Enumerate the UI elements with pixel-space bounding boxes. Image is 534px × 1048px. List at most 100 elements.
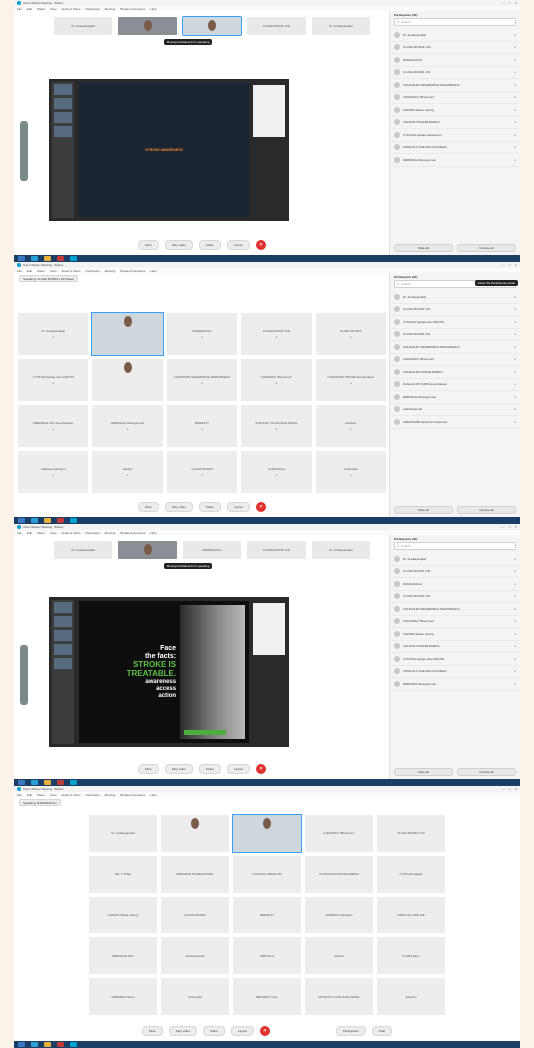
mic-icon[interactable]: ● <box>514 632 516 636</box>
mute-button[interactable]: Mute <box>138 764 159 774</box>
slide-thumb[interactable] <box>54 602 72 613</box>
menu-view[interactable]: View <box>50 531 56 535</box>
close-icon[interactable]: ✕ <box>514 1 517 5</box>
tab-label[interactable]: Webex <box>54 263 63 267</box>
browser-icon[interactable] <box>31 518 38 523</box>
mic-icon[interactable]: ● <box>514 657 516 661</box>
menu-participant[interactable]: Participant <box>85 7 99 11</box>
layout-button[interactable]: Layout <box>226 240 250 250</box>
minimize-icon[interactable]: — <box>502 263 505 267</box>
maximize-icon[interactable]: □ <box>509 263 511 267</box>
menu-participant[interactable]: Participant <box>85 793 99 797</box>
share-button[interactable]: Share <box>202 1026 225 1036</box>
webex-icon[interactable] <box>70 1042 77 1047</box>
mic-icon[interactable]: ● <box>514 557 516 561</box>
participant-row[interactable]: DEBORAH Mosegumuel ● <box>390 154 520 167</box>
start-icon[interactable] <box>18 518 25 523</box>
participant-tile[interactable]: CHUKWUDI SEGEBORUE DEROMKEHU ● <box>166 359 238 401</box>
share-button[interactable]: Share <box>198 240 221 250</box>
participant-tile[interactable]: Adebiyi ● <box>92 451 163 493</box>
menu-meeting[interactable]: Meeting <box>105 269 116 273</box>
participant-tile[interactable]: CHUKWUDI PRAISE Emeka Ikeze ● <box>315 359 386 401</box>
participant-tile[interactable]: CHIOMA Waste Jatong <box>89 896 157 934</box>
menu-breakout[interactable]: Breakout Sessions <box>120 7 145 11</box>
menu-edit[interactable]: Edit <box>27 793 32 797</box>
participant-tile[interactable]: DR. T. OWA <box>89 855 157 893</box>
participant-row[interactable]: Deborah APC MRS Aina Adeleke ● <box>390 379 520 391</box>
menu-help[interactable]: Help <box>150 269 156 273</box>
participant-row[interactable]: Dr. Anakayanakal ● <box>390 291 520 304</box>
menu-meeting[interactable]: Meeting <box>105 7 116 11</box>
minimize-icon[interactable]: — <box>502 787 505 791</box>
mic-icon[interactable]: ● <box>514 295 516 299</box>
mic-icon[interactable]: ● <box>514 569 516 573</box>
close-icon[interactable]: ✕ <box>514 787 517 791</box>
participant-tile[interactable]: CYNTHIA Agbaje Alex ARSTIN ● <box>18 359 89 401</box>
mic-icon[interactable]: ● <box>514 45 516 49</box>
menu-share[interactable]: Share <box>37 793 45 797</box>
participant-tile[interactable]: CLANA MUSINI <box>161 896 229 934</box>
participant-tile[interactable]: CLANA MUSINI LISI <box>377 815 445 852</box>
menu-breakout[interactable]: Breakout Sessions <box>120 793 145 797</box>
participant-row[interactable]: CHIOMA Waste Jatong ● <box>390 104 520 117</box>
menu-view[interactable]: View <box>50 793 56 797</box>
close-icon[interactable]: ✕ <box>514 263 517 267</box>
participant-row[interactable]: CLANA MUSINI LISI ● <box>390 329 520 341</box>
browser-icon[interactable] <box>31 1042 38 1047</box>
participant-row[interactable]: CHUKWUDI SEGEBORUE DEROMKEHU ● <box>390 603 520 616</box>
share-button[interactable]: Share <box>198 764 221 774</box>
mic-icon[interactable]: ● <box>514 382 516 386</box>
video-thumb[interactable]: Dr. Anakayanakal <box>311 541 371 559</box>
participant-tile[interactable]: ANTHONY OLAKUNLE ISMAIL ● <box>241 405 312 447</box>
floating-dock[interactable] <box>20 121 28 181</box>
participant-row[interactable]: CLANA MUSINI LISI ● <box>390 566 520 578</box>
floating-dock[interactable] <box>20 645 28 705</box>
folder-icon[interactable] <box>44 256 51 261</box>
start-icon[interactable] <box>18 780 25 785</box>
participant-tile[interactable]: CYNTHIA Agbaje <box>377 855 445 893</box>
participant-row[interactable]: Adebolsaunde ● <box>390 404 520 416</box>
webex-icon[interactable] <box>70 256 77 261</box>
start-icon[interactable] <box>18 1042 25 1047</box>
media-icon[interactable] <box>57 780 64 785</box>
mic-icon[interactable]: ● <box>514 407 516 411</box>
video-thumb-active-speaker[interactable] <box>181 16 243 36</box>
participant-row[interactable]: CLANA MUSINI LISI ● <box>390 67 520 79</box>
tab-label[interactable]: Webex <box>54 787 63 791</box>
menu-audio-video[interactable]: Audio & Video <box>61 7 80 11</box>
participant-row[interactable]: Dr. Anakayanakal ● <box>390 553 520 566</box>
participant-tile[interactable]: RAMANAKALI ● <box>166 313 238 355</box>
participant-tile-camera[interactable] <box>91 312 164 356</box>
video-thumb[interactable]: RAMANAKALI <box>182 541 242 559</box>
mute-all-button[interactable]: Mute all <box>394 768 453 776</box>
mic-icon[interactable]: ● <box>514 108 516 112</box>
mic-icon[interactable]: ● <box>514 345 516 349</box>
maximize-icon[interactable]: □ <box>509 525 511 529</box>
media-icon[interactable] <box>57 518 64 523</box>
slide-thumb[interactable] <box>54 616 72 627</box>
minimize-icon[interactable]: — <box>502 1 505 5</box>
stop-video-button[interactable]: Stop video <box>168 1026 197 1036</box>
media-icon[interactable] <box>57 1042 64 1047</box>
participant-row[interactable]: CHIAMAKA "Bluecross" ● <box>390 354 520 366</box>
participant-row[interactable]: CLANA MUSINI LISI ● <box>390 304 520 316</box>
participant-tile-camera[interactable] <box>92 359 163 401</box>
slide-thumb[interactable] <box>54 658 72 669</box>
participant-tile[interactable]: Adebolu <box>377 978 445 1015</box>
video-thumb[interactable]: Dr. Anakayanakal <box>311 17 371 35</box>
folder-icon[interactable] <box>44 780 51 785</box>
participants-search[interactable]: ⚲ Search <box>394 18 516 26</box>
participant-tile[interactable]: BENNETT ● <box>166 405 238 447</box>
mic-icon[interactable]: ● <box>514 607 516 611</box>
mic-icon[interactable]: ● <box>514 594 516 598</box>
video-thumb[interactable]: Dr. Anakayanakal <box>54 541 113 559</box>
menu-participant[interactable]: Participant <box>85 269 99 273</box>
menu-breakout[interactable]: Breakout Sessions <box>120 531 145 535</box>
mic-icon[interactable]: ● <box>514 133 516 137</box>
menu-file[interactable]: File <box>17 269 22 273</box>
menu-help[interactable]: Help <box>150 7 156 11</box>
slide-thumb[interactable] <box>54 644 72 655</box>
folder-icon[interactable] <box>44 1042 51 1047</box>
menu-share[interactable]: Share <box>37 269 45 273</box>
share-button[interactable]: Share <box>198 502 221 512</box>
